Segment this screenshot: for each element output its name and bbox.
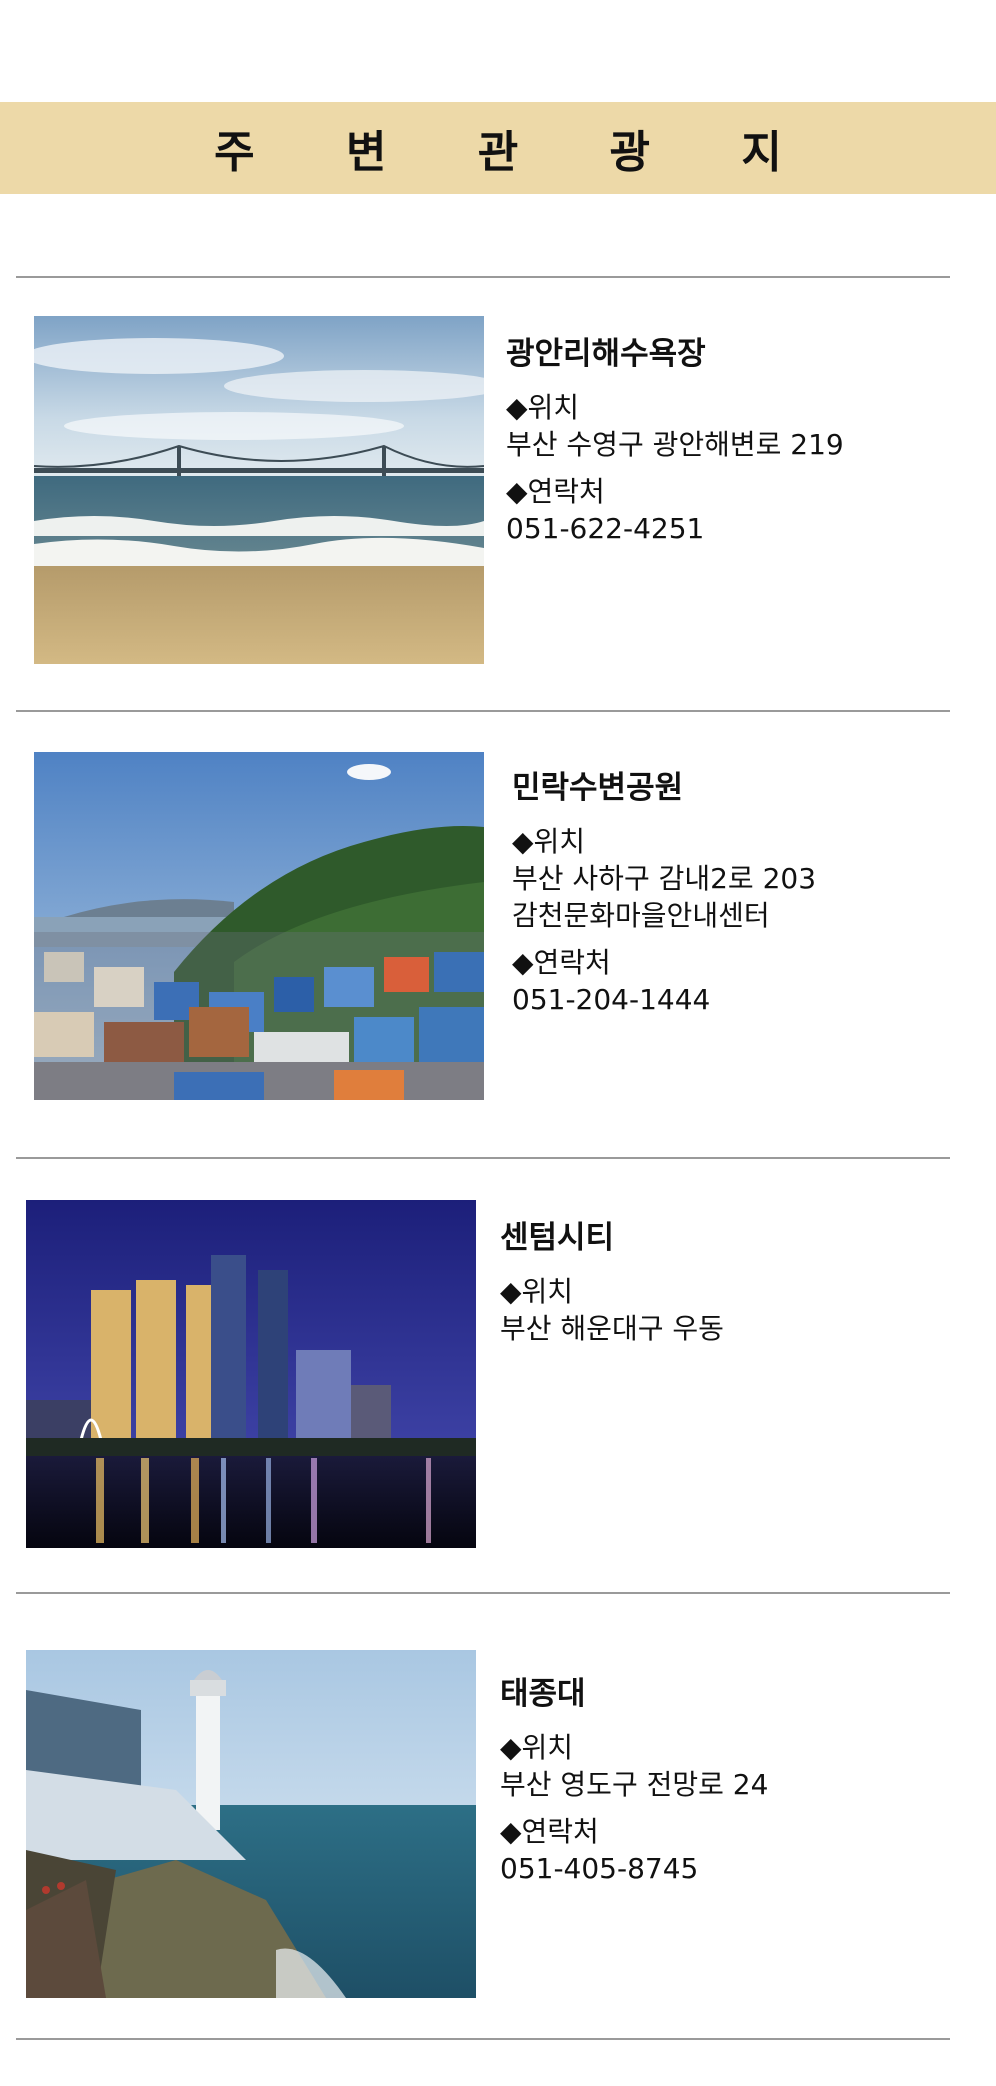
location-label: ◆위치 [500, 1731, 574, 1764]
spot-info: 광안리해수욕장 ◆위치 부산 수영구 광안해변로 219 ◆연락처 051-62… [506, 328, 966, 547]
contact-label: ◆연락처 [500, 1815, 599, 1848]
location-label: ◆위치 [500, 1275, 574, 1308]
spot-photo-beach [34, 316, 484, 664]
night-skyline-photo-icon [26, 1200, 476, 1548]
contact-value: 051-405-8745 [500, 1852, 699, 1885]
location-value: 부산 해운대구 우동 [500, 1312, 724, 1345]
divider [16, 2038, 950, 2040]
beach-bridge-photo-icon [34, 316, 484, 664]
location-label: ◆위치 [506, 391, 580, 424]
spot-info: 태종대 ◆위치 부산 영도구 전망로 24 ◆연락처 051-405-8745 [500, 1668, 960, 1887]
location-label: ◆위치 [512, 825, 586, 858]
spot-name: 광안리해수욕장 [506, 336, 706, 372]
spot-photo-village [34, 752, 484, 1100]
location-value: 감천문화마을안내센터 [512, 899, 770, 932]
spot-name: 센텀시티 [500, 1220, 615, 1256]
spot-photo-skyline [26, 1200, 476, 1548]
location-value: 부산 수영구 광안해변로 219 [506, 428, 844, 461]
spot-info: 센텀시티 ◆위치 부산 해운대구 우동 [500, 1212, 960, 1347]
page-title: 주 변 관 광 지 [214, 127, 820, 178]
header-banner: 주 변 관 광 지 [0, 102, 996, 194]
divider [16, 1157, 950, 1159]
divider [16, 710, 950, 712]
divider [16, 1592, 950, 1594]
location-value: 부산 사하구 감내2로 203 [512, 862, 817, 895]
spot-name: 태종대 [500, 1676, 586, 1712]
contact-value: 051-622-4251 [506, 512, 705, 545]
lighthouse-cliff-photo-icon [26, 1650, 476, 1998]
contact-value: 051-204-1444 [512, 983, 711, 1016]
spot-photo-lighthouse [26, 1650, 476, 1998]
divider [16, 276, 950, 278]
spot-name: 민락수변공원 [512, 770, 684, 806]
hillside-village-photo-icon [34, 752, 484, 1100]
contact-label: ◆연락처 [512, 946, 611, 979]
location-value: 부산 영도구 전망로 24 [500, 1768, 769, 1801]
contact-label: ◆연락처 [506, 475, 605, 508]
spot-info: 민락수변공원 ◆위치 부산 사하구 감내2로 203 감천문화마을안내센터 ◆연… [512, 762, 972, 1018]
